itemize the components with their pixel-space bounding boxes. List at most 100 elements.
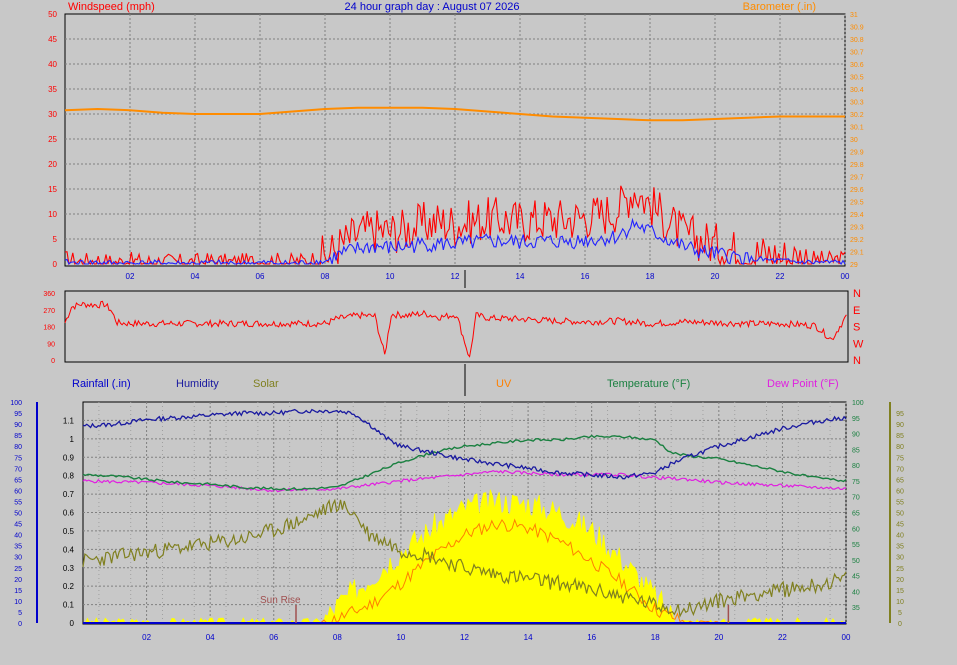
- barometer-tick: 29: [850, 262, 858, 269]
- solar-tick: 75: [896, 455, 904, 462]
- barometer-tick: 29.4: [850, 212, 864, 219]
- rainfall-tick: 0.3: [63, 564, 75, 573]
- x-tick-bottom: 18: [651, 633, 660, 642]
- humidity-tick: 45: [14, 522, 22, 529]
- solar-tick: 85: [896, 433, 904, 440]
- temperature-tick: 75: [852, 479, 860, 486]
- rainfall-tick: 0.8: [63, 472, 75, 481]
- solar-tick: 15: [896, 588, 904, 595]
- humidity-tick: 60: [14, 488, 22, 495]
- x-tick-bottom: 10: [396, 633, 405, 642]
- barometer-axis-label: Barometer (.in): [743, 1, 816, 13]
- sun-rise-label: Sun Rise: [260, 595, 301, 606]
- x-tick-bottom: 00: [842, 633, 851, 642]
- direction-tick: 180: [43, 325, 55, 332]
- solar-tick: 30: [896, 555, 904, 562]
- direction-tick: 90: [47, 341, 55, 348]
- solar-tick: 10: [896, 599, 904, 606]
- compass-label: N: [853, 355, 861, 367]
- solar-tick: 20: [896, 577, 904, 584]
- rainfall-tick: 0.4: [63, 545, 75, 554]
- x-tick-top: 10: [386, 272, 395, 281]
- windspeed-tick: 15: [48, 185, 57, 194]
- x-tick-top: 22: [776, 272, 785, 281]
- temperature-tick: 70: [852, 495, 860, 502]
- x-tick-top: 08: [321, 272, 330, 281]
- x-tick-top: 04: [191, 272, 200, 281]
- barometer-tick: 29.1: [850, 250, 864, 257]
- temperature-tick: 65: [852, 511, 860, 518]
- solar-tick: 70: [896, 466, 904, 473]
- barometer-tick: 29.6: [850, 187, 864, 194]
- barometer-tick: 30.3: [850, 100, 864, 107]
- windspeed-tick: 5: [53, 235, 58, 244]
- humidity-tick: 40: [14, 533, 22, 540]
- humidity-tick: 55: [14, 499, 22, 506]
- humidity-tick: 80: [14, 444, 22, 451]
- rainfall-tick: 1.1: [63, 416, 75, 425]
- uv-label: UV: [496, 378, 512, 390]
- humidity-tick: 35: [14, 544, 22, 551]
- x-tick-bottom: 08: [333, 633, 342, 642]
- humidity-tick: 100: [10, 400, 22, 407]
- humidity-tick: 75: [14, 455, 22, 462]
- x-tick-top: 20: [711, 272, 720, 281]
- x-tick-bottom: 04: [206, 633, 215, 642]
- humidity-tick: 0: [18, 621, 22, 628]
- temperature-tick: 80: [852, 463, 860, 470]
- windspeed-tick: 40: [48, 60, 57, 69]
- windspeed-tick: 0: [53, 260, 58, 269]
- solar-tick: 35: [896, 544, 904, 551]
- weather-chart-svg: 02 04 06 08 10 12 14 16 18 20 22 000510152025303540…: [10, 1, 904, 642]
- x-tick-bottom: 02: [142, 633, 151, 642]
- x-tick-bottom: 12: [460, 633, 469, 642]
- solar-tick: 40: [896, 533, 904, 540]
- barometer-tick: 29.3: [850, 225, 864, 232]
- direction-tick: 270: [43, 308, 55, 315]
- solar-tick: 60: [896, 488, 904, 495]
- solar-tick: 45: [896, 522, 904, 529]
- x-tick-top: 02: [126, 272, 135, 281]
- rainfall-tick: 0.7: [63, 490, 75, 499]
- solar-tick: 50: [896, 511, 904, 518]
- humidity-tick: 15: [14, 588, 22, 595]
- compass-label: E: [853, 305, 860, 317]
- barometer-tick: 30.5: [850, 75, 864, 82]
- barometer-tick: 30: [850, 137, 858, 144]
- humidity-tick: 85: [14, 433, 22, 440]
- x-tick-bottom: 20: [714, 633, 723, 642]
- x-tick-bottom: 14: [524, 633, 533, 642]
- temperature-tick: 95: [852, 416, 860, 423]
- solar-tick: 95: [896, 411, 904, 418]
- barometer-tick: 29.5: [850, 200, 864, 207]
- weather-graph: 02 04 06 08 10 12 14 16 18 20 22 00 0 5 10 15 20 25 30 35 40…: [0, 0, 957, 660]
- compass-label: S: [853, 322, 860, 334]
- windspeed-tick: 20: [48, 160, 57, 169]
- solar-tick: 55: [896, 499, 904, 506]
- windspeed-axis-label: Windspeed (mph): [68, 1, 155, 13]
- barometer-tick: 30.7: [850, 50, 864, 57]
- temperature-tick: 50: [852, 558, 860, 565]
- solar-tick: 90: [896, 422, 904, 429]
- humidity-tick: 90: [14, 422, 22, 429]
- rainfall-label: Rainfall (.in): [72, 378, 131, 390]
- barometer-tick: 29.2: [850, 237, 864, 244]
- windspeed-tick: 25: [48, 135, 57, 144]
- temperature-tick: 40: [852, 589, 860, 596]
- temperature-tick: 85: [852, 447, 860, 454]
- barometer-tick: 29.7: [850, 175, 864, 182]
- humidity-tick: 70: [14, 466, 22, 473]
- humidity-tick: 30: [14, 555, 22, 562]
- compass-label: W: [853, 338, 864, 350]
- rainfall-tick: 0.5: [63, 527, 75, 536]
- temperature-tick: 60: [852, 526, 860, 533]
- solar-label: Solar: [253, 378, 279, 390]
- humidity-tick: 20: [14, 577, 22, 584]
- x-tick-bottom: 16: [587, 633, 596, 642]
- solar-tick: 0: [898, 621, 902, 628]
- compass-label: N: [853, 288, 861, 300]
- windspeed-tick: 45: [48, 35, 57, 44]
- rainfall-tick: 0.2: [63, 582, 75, 591]
- barometer-tick: 29.8: [850, 162, 864, 169]
- x-tick-top: 14: [516, 272, 525, 281]
